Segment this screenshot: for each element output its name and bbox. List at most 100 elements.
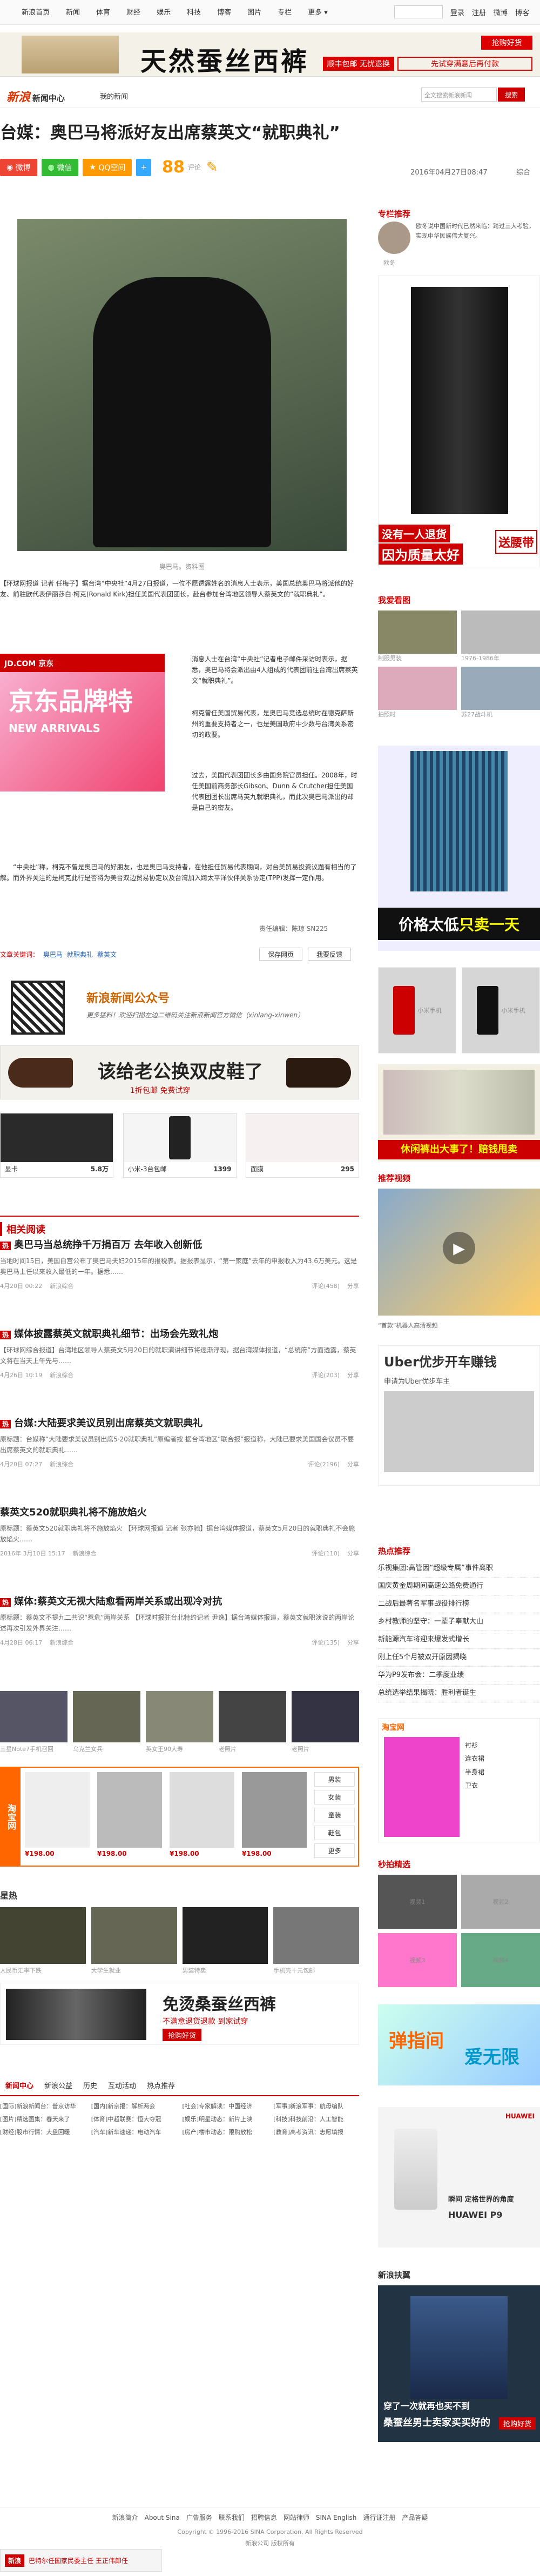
product-card[interactable]: 小米-3台包邮 1399 bbox=[123, 1113, 237, 1178]
feedback-button[interactable]: 我要反馈 bbox=[308, 948, 351, 961]
footer-link[interactable]: 招聘信息 bbox=[251, 2513, 277, 2522]
miaopai-thumb[interactable]: 视频4 bbox=[461, 1933, 540, 1987]
hot-item[interactable]: 总统选举结果揭晓：胜利者诞生 bbox=[378, 1685, 540, 1702]
bottom-link[interactable]: [图片]精选图集：春天来了 bbox=[0, 2115, 86, 2123]
top-nav-item[interactable]: 体育 bbox=[96, 6, 110, 17]
hot-item[interactable]: 二战后最著名军事战役排行榜 bbox=[378, 1595, 540, 1613]
share-weibo-button[interactable]: ◉ 微博 bbox=[0, 158, 37, 176]
shop-item-image[interactable] bbox=[97, 1772, 162, 1848]
bottom-link[interactable]: [社会]专家解读：中国经济 bbox=[183, 2102, 268, 2110]
top-nav-item[interactable]: 科技 bbox=[187, 6, 201, 17]
taobao-link[interactable]: 连衣裙 bbox=[465, 1754, 484, 1763]
share-wechat-button[interactable]: ◍ 微信 bbox=[41, 158, 79, 176]
edit-icon[interactable]: ✎ bbox=[206, 159, 218, 176]
photo-card[interactable]: 英女王90大寿 bbox=[146, 1691, 213, 1756]
miaopai-thumb[interactable]: 视频1 bbox=[378, 1875, 457, 1929]
hot-item[interactable]: 乐视集团:高管因“超级专属”事件离职 bbox=[378, 1560, 540, 1578]
bottom-link[interactable]: [国内]新京报：解析两会 bbox=[91, 2102, 177, 2110]
related-item-title[interactable]: 媒体披露蔡英文就职典礼细节：出场会先致礼炮 bbox=[14, 1329, 218, 1340]
video-thumb[interactable]: ▶ bbox=[378, 1189, 540, 1316]
top-banner-ad[interactable]: 天然蚕丝西裤 抢购好货 顺丰包邮 无忧退换 先试穿满意后再付款 bbox=[0, 32, 540, 77]
phone-ad[interactable]: 小米手机 bbox=[462, 967, 540, 1054]
recommend-card[interactable]: 人民币汇率下跌 bbox=[0, 1907, 86, 1977]
xinlang-ad-cta[interactable]: 抢购好货 bbox=[498, 2417, 536, 2430]
bottom-link[interactable]: [汽车]新车速递：电动汽车 bbox=[91, 2128, 177, 2136]
bottom-tab[interactable]: 历史 bbox=[83, 2080, 97, 2095]
top-nav-item[interactable]: 图片 bbox=[247, 6, 261, 17]
header-search-input[interactable]: 全文搜索新浪新闻 bbox=[421, 88, 497, 102]
top-ad-cta-button[interactable]: 抢购好货 bbox=[481, 36, 532, 50]
shop-tab[interactable]: 童装 bbox=[314, 1808, 355, 1822]
hot-item[interactable]: 华为P9发布会：二季度业绩 bbox=[378, 1667, 540, 1685]
shop-item-image[interactable] bbox=[170, 1772, 234, 1848]
tag-link[interactable]: 蔡英文 bbox=[97, 950, 117, 959]
taobao-link[interactable]: 半身裙 bbox=[465, 1767, 484, 1776]
author-avatar[interactable] bbox=[378, 222, 410, 254]
hot-item[interactable]: 新能源汽车将迎来爆发式增长 bbox=[378, 1631, 540, 1649]
silk-pants-ad[interactable]: 免烫桑蚕丝西裤 不满意退货退款 到家试穿 抢购好货 bbox=[0, 1983, 359, 2045]
related-item-comments[interactable]: 评论(2196) bbox=[308, 1460, 340, 1468]
shop-tab[interactable]: 更多 bbox=[314, 1843, 355, 1858]
huawei-ad[interactable]: HUAWEI 瞬间 定格世界的角度 HUAWEI P9 bbox=[378, 2107, 540, 2248]
blog-link[interactable]: 博客 bbox=[515, 7, 529, 17]
related-item-comments[interactable]: 评论(203) bbox=[312, 1371, 340, 1379]
bottom-link[interactable]: [房产]楼市动态：限购放松 bbox=[183, 2128, 268, 2136]
taobao-link[interactable]: 衬衫 bbox=[465, 1740, 484, 1749]
related-item[interactable]: 热媒体:蔡英文无视大陆愈看两岸关系或出现冷对抗 原标题：蔡英文不提九二共识“惹危… bbox=[0, 1594, 359, 1647]
bottom-link[interactable]: [财经]股市行情：大盘回暖 bbox=[0, 2128, 86, 2136]
register-link[interactable]: 注册 bbox=[472, 7, 486, 17]
sina-logo[interactable]: 新浪 新闻中心 bbox=[6, 88, 65, 105]
related-item-share[interactable]: 分享 bbox=[347, 1371, 359, 1379]
top-ad-secondary-cta[interactable]: 先试穿满意后再付款 bbox=[397, 57, 532, 71]
shop-item-image[interactable] bbox=[25, 1772, 90, 1848]
footer-link[interactable]: 联系我们 bbox=[219, 2513, 245, 2522]
bottom-link[interactable]: [娱乐]明星动态：新片上映 bbox=[183, 2115, 268, 2123]
bottom-tab[interactable]: 新浪公益 bbox=[44, 2080, 72, 2095]
related-item-title[interactable]: 蔡英文520就职典礼将不施放焰火 bbox=[0, 1507, 147, 1518]
miaopai-thumb[interactable]: 视频2 bbox=[461, 1875, 540, 1929]
top-nav-item[interactable]: 新浪首页 bbox=[22, 6, 50, 17]
bottom-link[interactable]: [军事]新浪军事：航母编队 bbox=[273, 2102, 359, 2110]
taobao-link[interactable]: 卫衣 bbox=[465, 1781, 484, 1790]
my-watch-card[interactable]: 1976-1986年 bbox=[461, 611, 540, 662]
shorts-ad[interactable]: 休闲裤出大事了！赔钱甩卖 bbox=[378, 1064, 540, 1162]
related-item-comments[interactable]: 评论(135) bbox=[312, 1638, 340, 1647]
related-item[interactable]: 热媒体披露蔡英文就职典礼细节：出场会先致礼炮 【环球网综合报道】台湾地区领导人蔡… bbox=[0, 1326, 359, 1379]
bottom-link[interactable]: [体育]中超联赛：恒大夺冠 bbox=[91, 2115, 177, 2123]
top-nav-more[interactable]: 更多 ▾ bbox=[308, 6, 328, 17]
photo-card[interactable]: 老照片 bbox=[292, 1691, 359, 1756]
recommend-card[interactable]: 大学生就业 bbox=[91, 1907, 177, 1977]
pants-ad[interactable]: 没有一人退货 因为质量太好 送腰带 bbox=[378, 276, 540, 567]
related-item-title[interactable]: 台媒:大陆要求美议员别出席蔡英文就职典礼 bbox=[14, 1418, 202, 1429]
footer-link[interactable]: 通行证注册 bbox=[363, 2513, 395, 2522]
bottom-tab[interactable]: 新闻中心 bbox=[5, 2080, 33, 2095]
top-search-input[interactable] bbox=[394, 5, 443, 18]
hot-item[interactable]: 国庆黄金周期间高速公路免费通行 bbox=[378, 1578, 540, 1595]
photo-card[interactable]: 三星Note7手机召回 bbox=[0, 1691, 68, 1756]
shop-tab[interactable]: 女装 bbox=[314, 1790, 355, 1804]
weibo-link[interactable]: 微博 bbox=[494, 7, 508, 17]
photo-card[interactable]: 乌克兰女兵 bbox=[73, 1691, 140, 1756]
shop-tab[interactable]: 男装 bbox=[314, 1772, 355, 1787]
game-ad[interactable]: 弹指间 爱无限 bbox=[378, 2004, 540, 2085]
recommend-card[interactable]: 男装特卖 bbox=[182, 1907, 268, 1977]
pants-ad-cta[interactable]: 送腰带 bbox=[495, 530, 537, 554]
product-card[interactable]: 显卡 5.8万 bbox=[0, 1113, 113, 1178]
uber-ad[interactable]: Uber优步开车赚钱 申请为Uber优步车主 bbox=[378, 1345, 540, 1486]
footer-link[interactable]: 产品答疑 bbox=[402, 2513, 428, 2522]
tag-link[interactable]: 奥巴马 bbox=[43, 950, 63, 959]
header-search-button[interactable]: 搜索 bbox=[498, 88, 525, 102]
hot-item[interactable]: 乡村教师的坚守：一辈子奉献大山 bbox=[378, 1613, 540, 1631]
my-watch-card[interactable]: 苏27战斗机 bbox=[461, 667, 540, 719]
shop-tab[interactable]: 鞋包 bbox=[314, 1826, 355, 1840]
play-icon[interactable]: ▶ bbox=[443, 1232, 475, 1264]
bottom-link[interactable]: [教育]高考资讯：志愿填报 bbox=[273, 2128, 359, 2136]
related-item-title[interactable]: 奥巴马当总统挣千万捐百万 去年收入创新低 bbox=[14, 1239, 202, 1251]
top-nav-item[interactable]: 专栏 bbox=[278, 6, 292, 17]
footer-link[interactable]: About Sina bbox=[145, 2514, 180, 2521]
related-item-share[interactable]: 分享 bbox=[347, 1282, 359, 1290]
comment-count[interactable]: 88 bbox=[162, 158, 185, 177]
zhuanlan-text[interactable]: 欧冬说中国新时代已然来临：跨过三大考验，实现中华民族伟大复兴。 bbox=[416, 222, 537, 241]
notify-text[interactable]: 巴特尔任国家民委主任 王正伟卸任 bbox=[29, 2556, 128, 2565]
related-item-share[interactable]: 分享 bbox=[347, 1549, 359, 1558]
